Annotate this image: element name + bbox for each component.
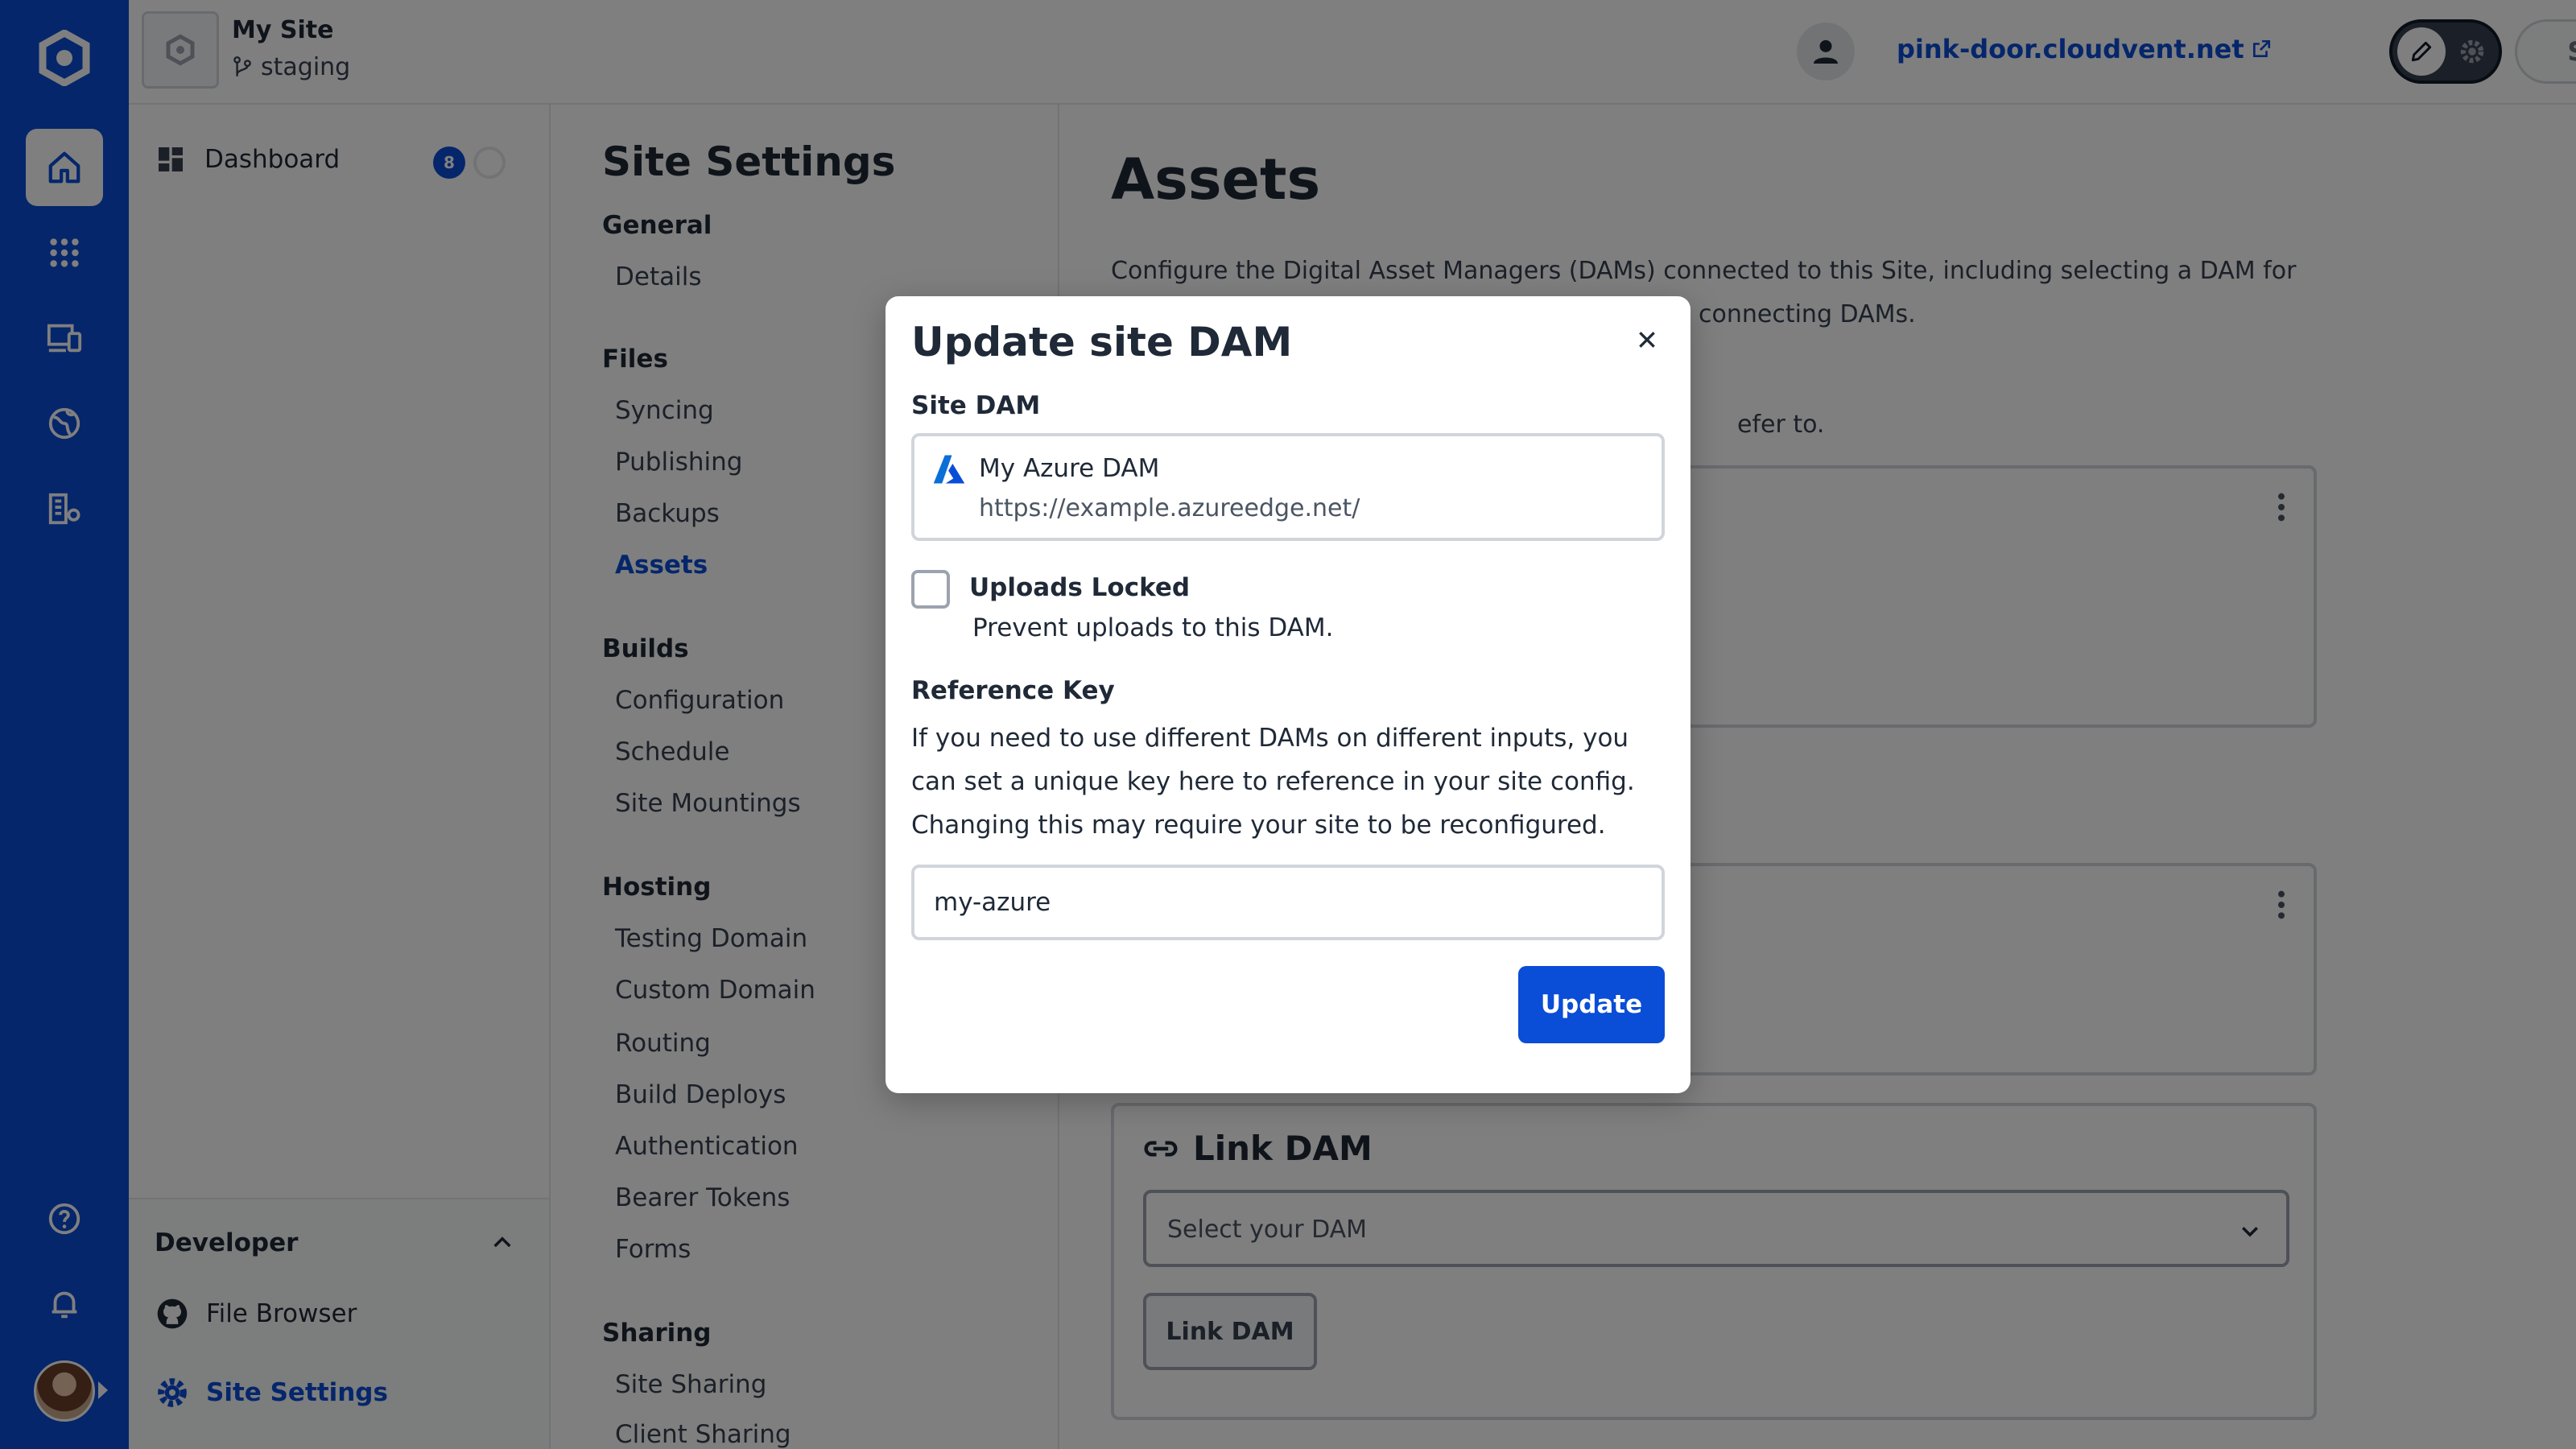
dam-name: My Azure DAM [979,454,1160,483]
update-button[interactable]: Update [1518,966,1665,1043]
reference-key-help: If you need to use different DAMs on dif… [911,724,1635,840]
close-icon [1639,332,1655,348]
azure-logo-icon [933,455,965,484]
uploads-locked-label[interactable]: Uploads Locked [969,573,1190,602]
uploads-locked-checkbox[interactable] [911,570,950,609]
dialog-title: Update site DAM [911,319,1293,365]
uploads-locked-help: Prevent uploads to this DAM. [972,613,1334,642]
reference-key-label: Reference Key [911,676,1115,705]
close-button[interactable] [1631,324,1663,356]
selected-dam: My Azure DAM https://example.azureedge.n… [911,433,1665,541]
reference-key-input[interactable] [911,865,1665,940]
site-dam-label: Site DAM [911,391,1041,420]
update-site-dam-dialog: Update site DAM Site DAM My Azure DAM ht… [886,296,1690,1093]
dam-url: https://example.azureedge.net/ [979,494,1360,522]
